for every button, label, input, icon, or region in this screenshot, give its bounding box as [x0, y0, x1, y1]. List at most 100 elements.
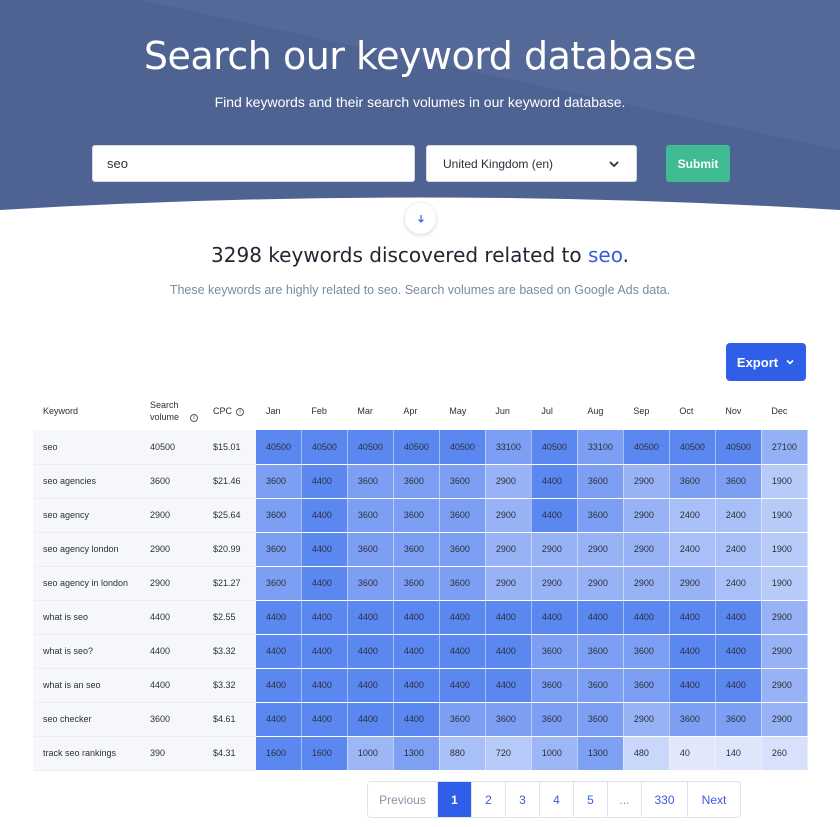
month-volume-cell: 3600 [623, 634, 670, 669]
keyword-cell: track seo rankings [33, 736, 140, 771]
table-row: seo agency 2900 $25.64 3600 4400 3600 3600 3600… [33, 498, 809, 533]
month-volume-cell: 4400 [347, 702, 394, 737]
month-volume-cell: 2900 [531, 566, 578, 601]
cpc-cell: $21.46 [203, 464, 256, 499]
month-volume-cell: 4400 [301, 498, 348, 533]
month-volume-cell: 3600 [531, 634, 578, 669]
month-volume-cell: 2900 [577, 566, 624, 601]
column-header-month: Jul [541, 406, 553, 416]
month-volume-cell: 2900 [623, 498, 670, 533]
month-volume-cell: 2900 [485, 498, 532, 533]
month-volume-cell: 4400 [439, 634, 486, 669]
column-header-month: Oct [679, 406, 694, 416]
export-button[interactable]: Export [726, 343, 806, 381]
country-select[interactable]: United Kingdom (en) [426, 145, 637, 182]
keyword-cell: what is seo? [33, 634, 140, 669]
month-volume-cell: 140 [715, 736, 762, 771]
column-header-month: Mar [357, 406, 373, 416]
results-note: These keywords are highly related to seo… [169, 283, 671, 297]
month-volume-cell: 3600 [623, 668, 670, 703]
pagination-page[interactable]: 5 [574, 782, 608, 817]
month-volume-cell: 4400 [669, 634, 716, 669]
column-header-month: Aug [587, 406, 604, 416]
cpc-cell: $25.64 [203, 498, 256, 533]
column-header-month: Apr [403, 406, 418, 416]
month-volume-cell: 40500 [531, 430, 578, 465]
results-keyword: seo [587, 243, 623, 267]
results-period: . [622, 243, 629, 267]
info-icon[interactable]: i [190, 413, 198, 422]
hero-banner: Search our keyword database Find keyword… [0, 0, 840, 230]
month-volume-cell: 40500 [715, 430, 762, 465]
pagination-page[interactable]: 3 [506, 782, 540, 817]
month-volume-cell: 3600 [669, 464, 716, 499]
pagination-page[interactable]: 2 [472, 782, 506, 817]
month-volume-cell: 3600 [393, 498, 440, 533]
keyword-cell: seo agencies [33, 464, 140, 499]
month-volume-cell: 2400 [715, 566, 762, 601]
month-volume-cell: 4400 [531, 498, 578, 533]
month-volume-cell: 2900 [577, 532, 624, 567]
keyword-cell: seo [33, 430, 140, 465]
keyword-table: Keyword Search volume i CPC i Jan Feb Mar Apr… [33, 392, 809, 771]
month-volume-cell: 3600 [715, 702, 762, 737]
month-volume-cell: 4400 [531, 600, 578, 635]
month-volume-cell: 2900 [761, 634, 809, 669]
month-volume-cell: 27100 [761, 430, 809, 465]
month-volume-cell: 3600 [715, 464, 762, 499]
month-volume-cell: 720 [485, 736, 532, 771]
month-volume-cell: 4400 [393, 668, 440, 703]
month-volume-cell: 4400 [485, 634, 532, 669]
keyword-input[interactable] [92, 145, 415, 182]
keyword-cell: what is an seo [33, 668, 140, 703]
month-volume-cell: 2900 [623, 464, 670, 499]
pagination-page[interactable]: 4 [540, 782, 574, 817]
volume-header-text: Search volume [150, 400, 180, 422]
month-volume-cell: 40 [669, 736, 716, 771]
pagination-next[interactable]: Next [688, 782, 740, 817]
volume-cell: 2900 [140, 532, 203, 567]
pagination-page[interactable]: 1 [438, 782, 472, 817]
volume-cell: 2900 [140, 498, 203, 533]
month-volume-cell: 2400 [715, 498, 762, 533]
month-volume-cell: 4400 [531, 464, 578, 499]
month-volume-cell: 1900 [761, 464, 809, 499]
month-volume-cell: 260 [761, 736, 809, 771]
month-volume-cell: 2900 [623, 566, 670, 601]
month-volume-cell: 40500 [256, 430, 302, 465]
scroll-down-button[interactable] [405, 203, 436, 234]
keyword-cell: seo agency london [33, 532, 140, 567]
month-volume-cell: 2900 [623, 532, 670, 567]
pagination-page[interactable]: 330 [642, 782, 688, 817]
month-volume-cell: 1900 [761, 566, 809, 601]
month-volume-cell: 2400 [715, 532, 762, 567]
month-volume-cell: 3600 [439, 566, 486, 601]
page-title: Search our keyword database [143, 34, 697, 78]
submit-button[interactable]: Submit [666, 145, 730, 182]
volume-cell: 3600 [140, 702, 203, 737]
pagination-ellipsis: ... [608, 782, 642, 817]
month-volume-cell: 4400 [347, 634, 394, 669]
info-icon[interactable]: i [236, 407, 245, 416]
month-volume-cell: 3600 [669, 702, 716, 737]
table-row: what is an seo 4400 $3.32 4400 4400 4400 4400 4… [33, 668, 809, 703]
month-volume-cell: 4400 [393, 600, 440, 635]
chevron-down-icon [786, 359, 794, 365]
month-volume-cell: 4400 [301, 566, 348, 601]
month-volume-cell: 4400 [256, 702, 302, 737]
month-volume-cell: 4400 [669, 600, 716, 635]
month-volume-cell: 40500 [439, 430, 486, 465]
cpc-cell: $4.61 [203, 702, 256, 737]
month-volume-cell: 3600 [256, 566, 302, 601]
pagination-previous[interactable]: Previous [368, 782, 438, 817]
month-volume-cell: 4400 [669, 668, 716, 703]
month-volume-cell: 3600 [577, 464, 624, 499]
cpc-cell: $3.32 [203, 668, 256, 703]
month-volume-cell: 3600 [347, 464, 394, 499]
month-volume-cell: 4400 [577, 600, 624, 635]
volume-cell: 40500 [140, 430, 203, 465]
month-volume-cell: 3600 [256, 532, 302, 567]
table-row: track seo rankings 390 $4.31 1600 1600 1000 13… [33, 736, 809, 771]
month-volume-cell: 40500 [393, 430, 440, 465]
month-volume-cell: 40500 [669, 430, 716, 465]
